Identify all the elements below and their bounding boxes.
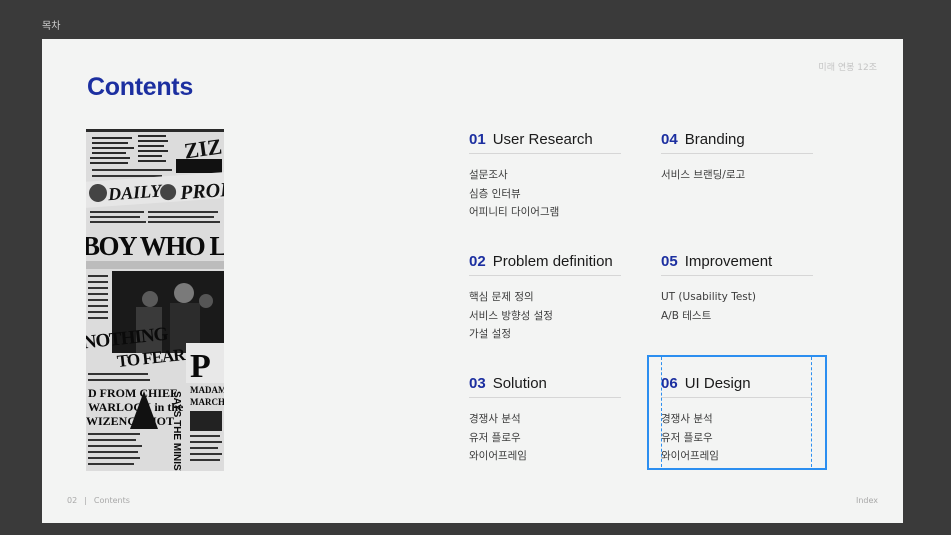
section-item: 와이어프레임 [469, 450, 527, 462]
section-item: 가설 설정 [469, 328, 511, 340]
selection-guide-left [661, 357, 662, 467]
svg-text:PROPI: PROPI [178, 178, 224, 204]
svg-text:BOY WHO LIV: BOY WHO LIV [86, 231, 224, 261]
section-item: 어피니티 다이어그램 [469, 206, 560, 218]
svg-text:P: P [190, 348, 211, 385]
slide-canvas[interactable]: 미래 연봉 12조 Contents ZIZ DAILY PROPI BOY W… [42, 39, 903, 523]
section-user-research[interactable]: 01 User Research 설문조사 심층 인터뷰 어피니티 다이어그램 [469, 125, 621, 222]
footer: 02 | Contents [67, 496, 130, 505]
section-number: 05 [661, 252, 678, 270]
footer-separator: | [84, 496, 87, 505]
footer-index: Index [855, 496, 878, 505]
svg-text:DAILY: DAILY [106, 180, 164, 204]
svg-text:MADAM: MADAM [190, 385, 224, 395]
footer-page-number: 02 [67, 496, 78, 505]
section-problem-definition[interactable]: 02 Problem definition 핵심 문제 정의 서비스 방향성 설정… [469, 247, 621, 344]
svg-text:MARCHB: MARCHB [190, 397, 224, 407]
newspaper-image[interactable]: ZIZ DAILY PROPI BOY WHO LIV [86, 129, 224, 471]
svg-text:D FROM CHIEF: D FROM CHIEF [88, 386, 177, 400]
section-title: Improvement [684, 252, 773, 270]
section-title: Solution [492, 374, 547, 392]
section-item: A/B 테스트 [661, 309, 712, 322]
section-item: 유저 플로우 [469, 431, 521, 444]
section-solution[interactable]: 03 Solution 경쟁사 분석 유저 플로우 와이어프레임 [469, 369, 621, 466]
section-item: 경쟁사 분석 [469, 413, 521, 425]
section-title: User Research [492, 130, 593, 148]
svg-text:SAYS THE MINISTER: SAYS THE MINISTER [171, 391, 182, 471]
section-number: 01 [469, 130, 486, 148]
team-name: 미래 연봉 12조 [818, 63, 877, 73]
section-item: 심층 인터뷰 [469, 187, 521, 200]
selection-box[interactable] [647, 355, 827, 470]
svg-text:WARLOCK in the: WARLOCK in the [88, 400, 184, 414]
section-improvement[interactable]: 05 Improvement UT (Usability Test) A/B 테스… [661, 247, 813, 325]
frame-label[interactable]: 목차 [42, 17, 60, 32]
section-title: Branding [684, 130, 745, 148]
section-number: 03 [469, 374, 486, 392]
footer-section: Contents [93, 496, 130, 505]
section-item: UT (Usability Test) [661, 291, 756, 303]
section-number: 04 [661, 130, 678, 148]
selection-guide-right [811, 357, 812, 467]
page-title[interactable]: Contents [87, 73, 193, 102]
section-item: 서비스 브랜딩/로고 [661, 169, 746, 181]
section-title: Problem definition [492, 252, 613, 270]
section-branding[interactable]: 04 Branding 서비스 브랜딩/로고 [661, 125, 813, 185]
section-item: 서비스 방향성 설정 [469, 309, 553, 322]
section-item: 핵심 문제 정의 [469, 291, 534, 303]
section-item: 설문조사 [469, 169, 508, 181]
section-number: 02 [469, 252, 486, 270]
svg-text:WIZENGAMOT: WIZENGAMOT [86, 414, 174, 428]
